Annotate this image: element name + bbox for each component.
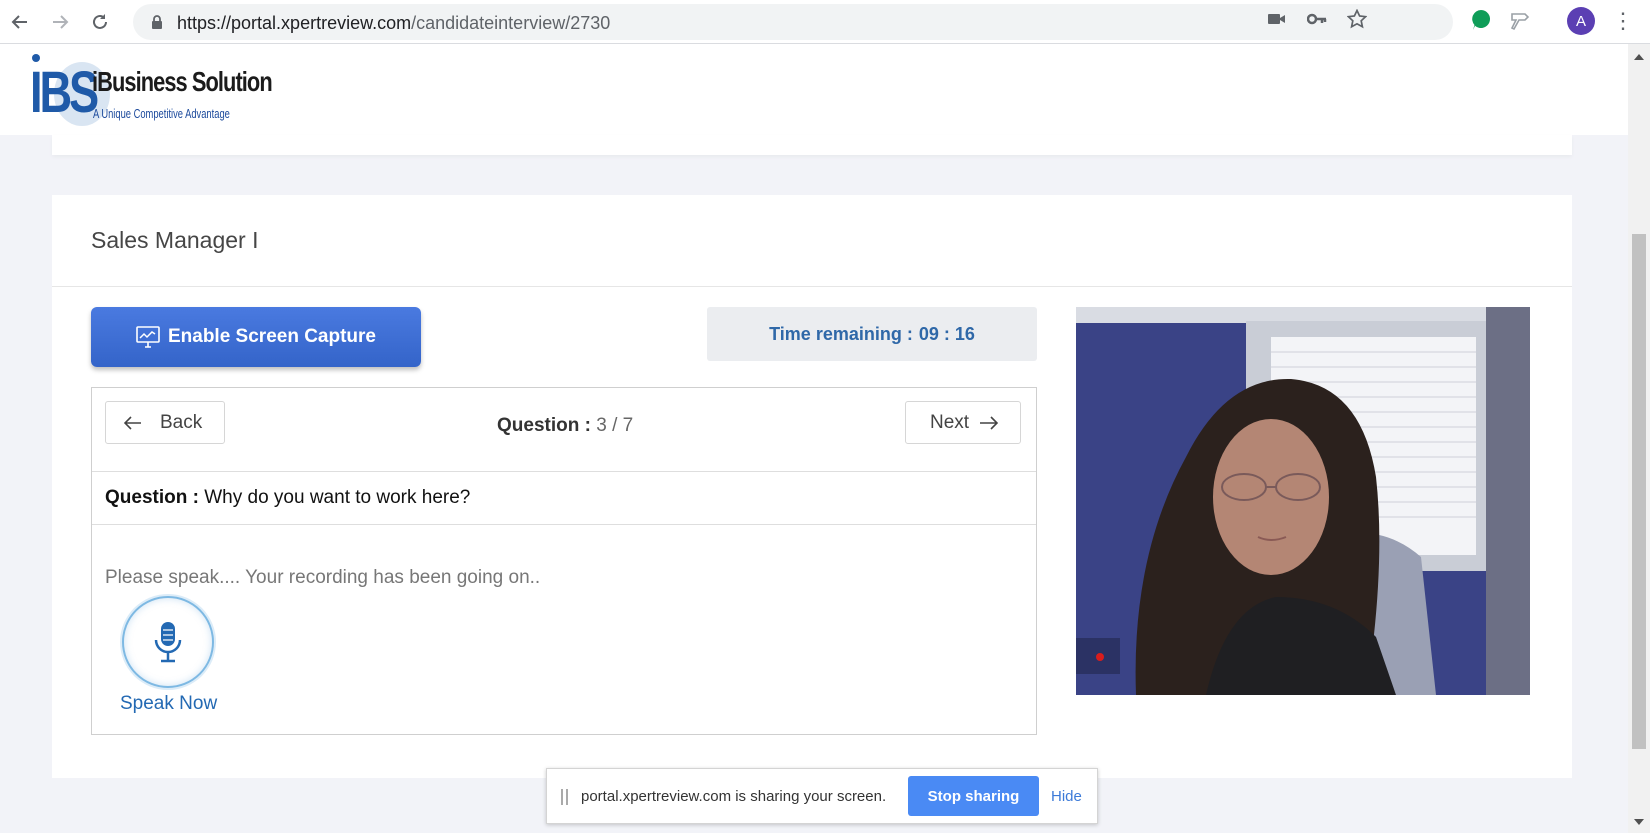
profile-avatar[interactable]: A — [1567, 7, 1595, 35]
scroll-up-arrow-icon[interactable] — [1634, 54, 1644, 60]
webcam-preview — [1076, 307, 1530, 695]
job-title: Sales Manager I — [91, 227, 259, 253]
monitor-chart-icon — [136, 326, 160, 348]
back-arrow-icon[interactable] — [6, 8, 34, 36]
timer-label: Time remaining : — [769, 323, 913, 344]
header-panel-edge — [52, 135, 1572, 155]
interview-card: Sales Manager I Enable Screen Capture Ti… — [52, 195, 1572, 778]
reload-icon[interactable] — [86, 8, 114, 36]
enable-screen-capture-button[interactable]: Enable Screen Capture — [91, 307, 421, 367]
arrow-left-icon — [124, 415, 141, 430]
page-scrollbar[interactable] — [1628, 44, 1650, 833]
recording-status: Please speak.... Your recording has been… — [105, 567, 541, 588]
speak-now-label[interactable]: Speak Now — [120, 693, 217, 715]
forward-arrow-icon[interactable] — [46, 8, 74, 36]
svg-text:IBS: IBS — [30, 61, 98, 126]
hide-link[interactable]: Hide — [1051, 788, 1082, 805]
back-label: Back — [160, 411, 203, 433]
browser-toolbar: https://portal.xpertreview.com/candidate… — [0, 0, 1650, 44]
drag-handle-icon[interactable] — [561, 789, 569, 805]
address-bar[interactable]: https://portal.xpertreview.com/candidate… — [133, 4, 1453, 40]
screen-share-bar: portal.xpertreview.com is sharing your s… — [546, 768, 1098, 824]
scroll-thumb[interactable] — [1632, 234, 1646, 749]
share-message: portal.xpertreview.com is sharing your s… — [581, 788, 887, 805]
speak-now-button[interactable] — [122, 596, 214, 688]
brand-name: iBusiness Solution — [92, 66, 273, 97]
question-text-row: Question : Why do you want to work here? — [92, 472, 1036, 525]
question-text: Why do you want to work here? — [204, 487, 471, 508]
next-button[interactable]: Next — [905, 401, 1021, 444]
question-counter: Question : 3 / 7 — [497, 415, 633, 437]
stop-sharing-button[interactable]: Stop sharing — [908, 776, 1039, 816]
url-text: https://portal.xpertreview.com/candidate… — [177, 13, 611, 33]
brand-tagline: A Unique Competitive Advantage — [93, 106, 230, 121]
webcam-image — [1076, 307, 1530, 695]
question-nav: Back Question : 3 / 7 Next — [92, 388, 1036, 472]
back-button[interactable]: Back — [105, 401, 225, 444]
microphone-icon — [154, 622, 182, 663]
counter-label: Question : — [497, 415, 591, 436]
camera-icon[interactable] — [1266, 8, 1288, 30]
key-icon[interactable] — [1306, 8, 1328, 30]
timer-value: 09 : 16 — [918, 323, 975, 344]
extension-green-icon[interactable] — [1469, 8, 1493, 32]
card-divider — [52, 286, 1572, 287]
question-label: Question : — [105, 487, 199, 508]
recording-dot-icon — [1096, 653, 1104, 661]
question-panel: Back Question : 3 / 7 Next Question : Wh… — [91, 387, 1037, 735]
time-remaining: Time remaining : 09 : 16 — [707, 307, 1037, 361]
more-menu-icon[interactable]: ⋮ — [1612, 8, 1634, 36]
arrow-right-icon — [980, 415, 999, 430]
counter-value: 3 / 7 — [596, 415, 634, 436]
scroll-down-arrow-icon[interactable] — [1634, 819, 1644, 825]
capture-button-label: Enable Screen Capture — [167, 326, 377, 347]
star-icon[interactable] — [1346, 8, 1368, 30]
lock-icon — [152, 15, 162, 29]
extension-brush-icon[interactable] — [1508, 8, 1532, 32]
next-label: Next — [930, 411, 970, 433]
